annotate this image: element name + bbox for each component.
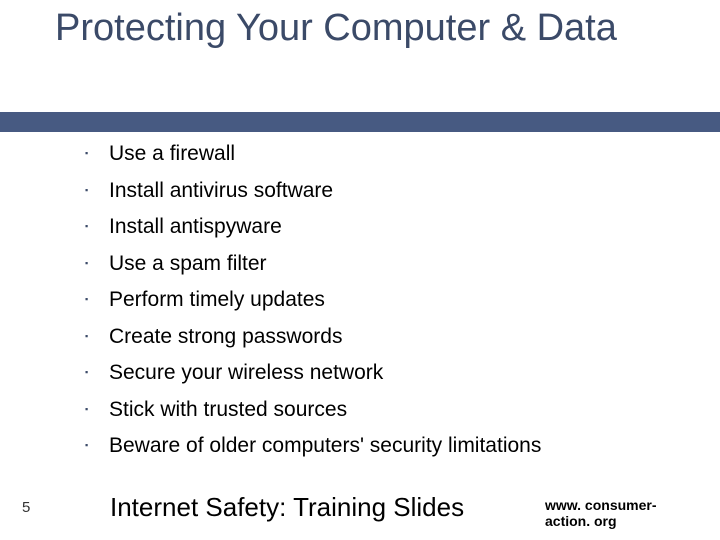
list-item: Stick with trusted sources [85, 399, 685, 420]
list-item: Use a firewall [85, 143, 685, 164]
list-item: Use a spam filter [85, 253, 685, 274]
accent-bar [0, 112, 720, 132]
list-item: Install antispyware [85, 216, 685, 237]
page-number: 5 [22, 499, 30, 516]
footer-url-line1: www. consumer- [545, 497, 657, 513]
slide: Protecting Your Computer & Data Use a fi… [0, 0, 720, 540]
footer-caption: Internet Safety: Training Slides [110, 492, 464, 523]
list-item: Install antivirus software [85, 180, 685, 201]
list-item: Secure your wireless network [85, 362, 685, 383]
list-item: Beware of older computers' security limi… [85, 435, 685, 456]
footer-url-line2: action. org [545, 513, 617, 529]
list-item: Perform timely updates [85, 289, 685, 310]
slide-title: Protecting Your Computer & Data [55, 7, 675, 50]
footer-url: www. consumer- action. org [545, 497, 715, 529]
footer: 5 Internet Safety: Training Slides www. … [0, 484, 720, 540]
list-item: Create strong passwords [85, 326, 685, 347]
bullet-list: Use a firewall Install antivirus softwar… [85, 143, 685, 472]
